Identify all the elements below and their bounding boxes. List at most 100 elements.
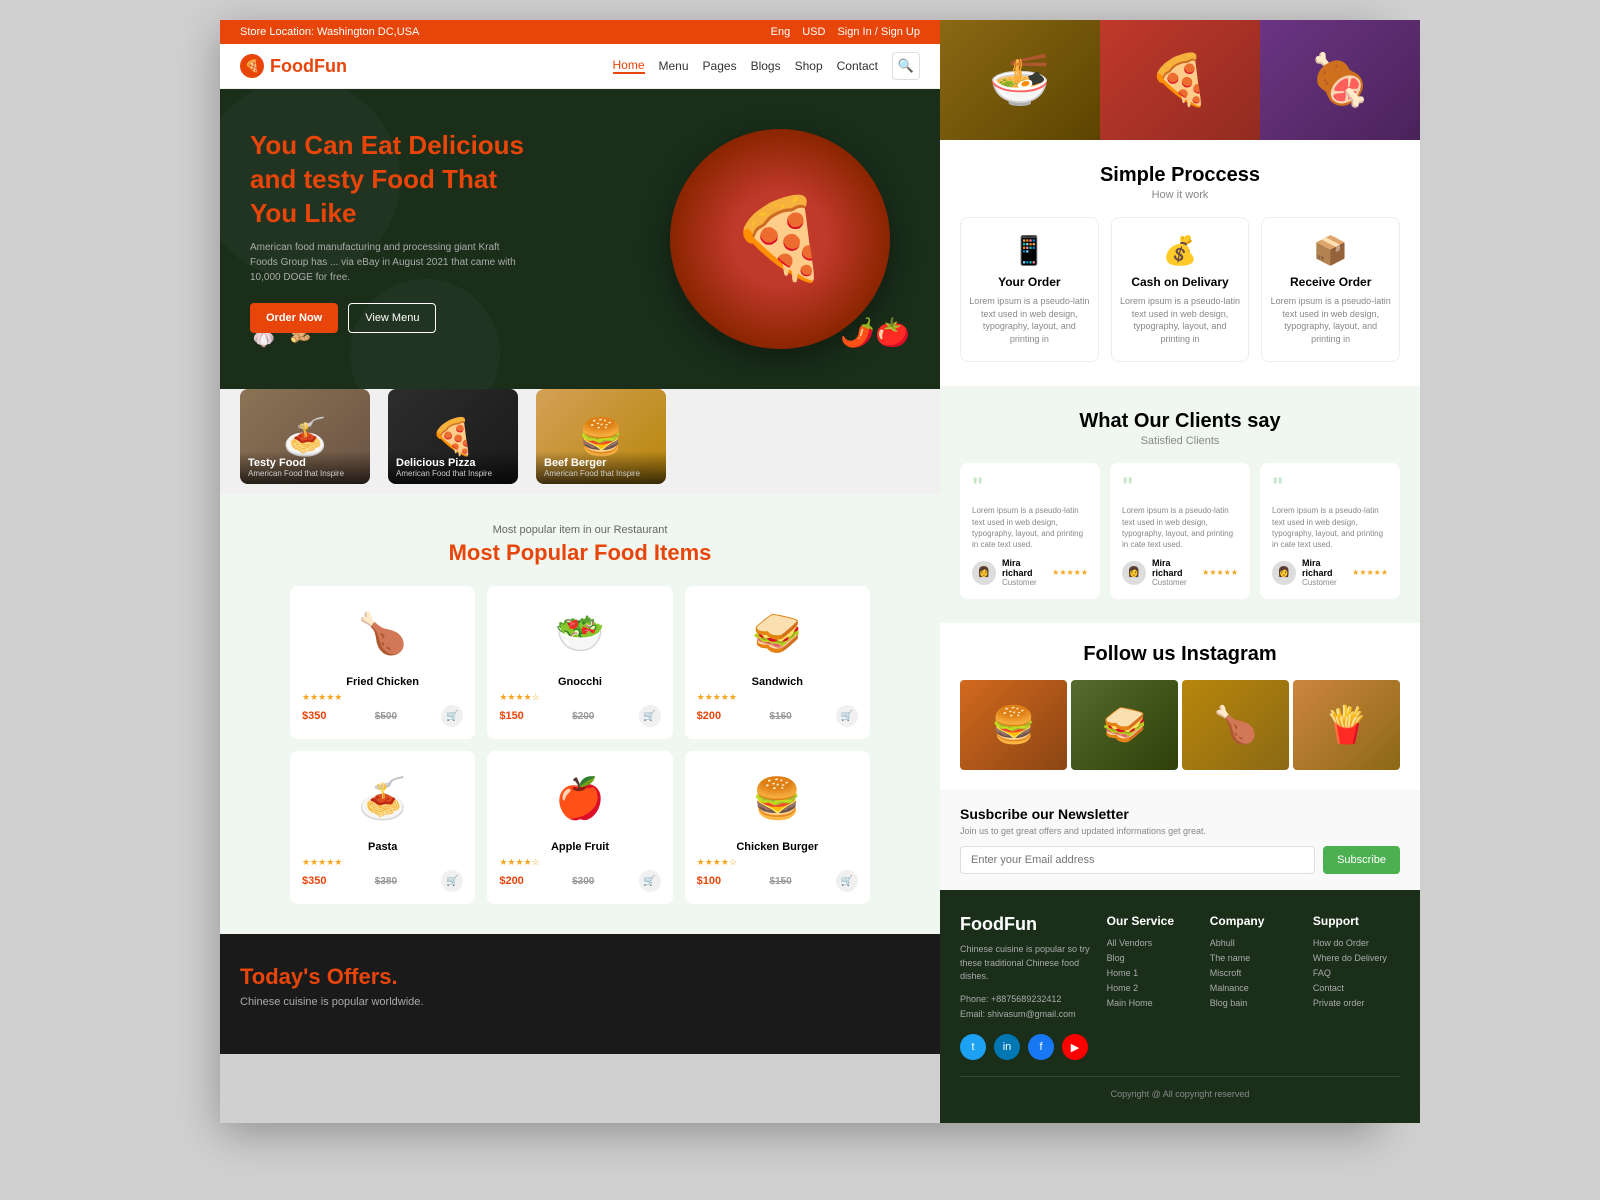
language-selector[interactable]: Eng [771, 26, 791, 38]
footer-services-list: All Vendors Blog Home 1 Home 2 Main Home [1107, 938, 1194, 1008]
newsletter-title: Susbcribe our Newsletter [960, 806, 1400, 822]
search-icon[interactable]: 🔍 [892, 52, 920, 80]
footer-services-item[interactable]: All Vendors [1107, 938, 1194, 948]
order-now-button[interactable]: Order Now [250, 303, 338, 333]
twitter-icon[interactable]: t [960, 1034, 986, 1060]
footer-services-item[interactable]: Home 1 [1107, 968, 1194, 978]
add-to-cart-button[interactable]: 🛒 [639, 870, 661, 892]
food-item-fried-chicken: 🍗 Fried Chicken ★★★★★ $350 $500 🛒 [290, 586, 475, 739]
currency-selector[interactable]: USD [802, 26, 825, 38]
review-card-1: " Lorem ipsum is a pseudo-latin text use… [960, 463, 1100, 599]
hero-buttons: Order Now View Menu [250, 303, 530, 333]
insta-img-2[interactable]: 🥪 [1071, 680, 1178, 770]
reviews-container: " Lorem ipsum is a pseudo-latin text use… [960, 463, 1400, 599]
footer-support-item[interactable]: Where do Delivery [1313, 953, 1400, 963]
reviewer-avatar-3: 👩 [1272, 561, 1296, 585]
insta-img-1[interactable]: 🍔 [960, 680, 1067, 770]
footer-support-item[interactable]: FAQ [1313, 968, 1400, 978]
food-card-testy[interactable]: 🍝 Testy Food American Food that Inspire [240, 389, 370, 484]
nav-links: Home Menu Pages Blogs Shop Contact 🔍 [613, 52, 921, 80]
add-to-cart-button[interactable]: 🛒 [836, 870, 858, 892]
newsletter-form: Subscribe [960, 846, 1400, 874]
footer-company-item[interactable]: Malnance [1210, 983, 1297, 993]
popular-section: Most popular item in our Restaurant Most… [220, 494, 940, 934]
insta-img-3[interactable]: 🍗 [1182, 680, 1289, 770]
process-section: Simple Proccess How it work 📱 Your Order… [940, 140, 1420, 386]
reviewer-2: 👩 Mira richard Customer ★★★★★ [1122, 558, 1238, 587]
instagram-title: Follow us Instagram [960, 643, 1400, 666]
footer-company-item[interactable]: Miscroft [1210, 968, 1297, 978]
store-location: Store Location: Washington DC,USA [240, 26, 419, 38]
food-grid: 🍗 Fried Chicken ★★★★★ $350 $500 🛒 🥗 Gnoc… [290, 586, 870, 904]
reviewer-avatar-1: 👩 [972, 561, 996, 585]
clients-subtitle: Satisfied Clients [960, 435, 1400, 447]
auth-link[interactable]: Sign In / Sign Up [837, 26, 920, 38]
process-step-cash: 💰 Cash on Delivary Lorem ipsum is a pseu… [1111, 217, 1250, 362]
footer-company-title: Company [1210, 914, 1297, 928]
clients-section: What Our Clients say Satisfied Clients "… [940, 386, 1420, 623]
footer-contact: Phone: +8875689232412 Email: shivasum@gm… [960, 992, 1091, 1023]
food-strip: 🍝 Testy Food American Food that Inspire … [220, 379, 940, 494]
process-steps: 📱 Your Order Lorem ipsum is a pseudo-lat… [960, 217, 1400, 362]
brand-name: FoodFun [270, 56, 347, 77]
offers-desc: Chinese cuisine is popular worldwide. [240, 996, 920, 1008]
strip-img-2: 🍕 [1100, 20, 1260, 140]
popular-title: Most Popular Food Items [240, 540, 920, 566]
footer: FoodFun Chinese cuisine is popular so tr… [940, 890, 1420, 1123]
footer-company-item[interactable]: Abhull [1210, 938, 1297, 948]
process-step-receive: 📦 Receive Order Lorem ipsum is a pseudo-… [1261, 217, 1400, 362]
food-card-pizza[interactable]: 🍕 Delicious Pizza American Food that Ins… [388, 389, 518, 484]
quote-icon-1: " [972, 475, 1088, 499]
nav-menu[interactable]: Menu [659, 59, 689, 73]
footer-services-item[interactable]: Home 2 [1107, 983, 1194, 993]
food-img-fried-chicken: 🍗 [343, 598, 423, 668]
footer-support-list: How do Order Where do Delivery FAQ Conta… [1313, 938, 1400, 1008]
footer-support-title: Support [1313, 914, 1400, 928]
footer-services-col: Our Service All Vendors Blog Home 1 Home… [1107, 914, 1194, 1060]
brand-logo[interactable]: 🍕 FoodFun [240, 54, 347, 78]
footer-support-item[interactable]: Contact [1313, 983, 1400, 993]
view-menu-button[interactable]: View Menu [348, 303, 436, 333]
newsletter-subscribe-button[interactable]: Subscribe [1323, 846, 1400, 874]
food-item-pasta: 🍝 Pasta ★★★★★ $350 $380 🛒 [290, 751, 475, 904]
food-img-pasta: 🍝 [343, 763, 423, 833]
footer-company-item[interactable]: Blog bain [1210, 998, 1297, 1008]
footer-company-col: Company Abhull The name Miscroft Malnanc… [1210, 914, 1297, 1060]
process-step-order: 📱 Your Order Lorem ipsum is a pseudo-lat… [960, 217, 1099, 362]
footer-support-col: Support How do Order Where do Delivery F… [1313, 914, 1400, 1060]
hero-image-strip: 🍜 🍕 🍖 [940, 20, 1420, 140]
nav-contact[interactable]: Contact [837, 59, 878, 73]
nav-shop[interactable]: Shop [795, 59, 823, 73]
nav-blogs[interactable]: Blogs [751, 59, 781, 73]
add-to-cart-button[interactable]: 🛒 [836, 705, 858, 727]
process-subtitle: How it work [960, 189, 1400, 201]
hero-pizza-image: 🍕 🌶️🍅 [630, 109, 910, 369]
footer-services-item[interactable]: Main Home [1107, 998, 1194, 1008]
add-to-cart-button[interactable]: 🛒 [639, 705, 661, 727]
reviewer-avatar-2: 👩 [1122, 561, 1146, 585]
footer-company-item[interactable]: The name [1210, 953, 1297, 963]
linkedin-icon[interactable]: in [994, 1034, 1020, 1060]
instagram-section: Follow us Instagram 🍔 🥪 🍗 🍟 [940, 623, 1420, 790]
food-card-burger[interactable]: 🍔 Beef Berger American Food that Inspire [536, 389, 666, 484]
strip-img-1: 🍜 [940, 20, 1100, 140]
footer-support-item[interactable]: Private order [1313, 998, 1400, 1008]
nav-pages[interactable]: Pages [703, 59, 737, 73]
food-img-chicken-burger: 🍔 [737, 763, 817, 833]
add-to-cart-button[interactable]: 🛒 [441, 705, 463, 727]
food-img-sandwich: 🥪 [737, 598, 817, 668]
facebook-icon[interactable]: f [1028, 1034, 1054, 1060]
footer-brand-col: FoodFun Chinese cuisine is popular so tr… [960, 914, 1091, 1060]
footer-services-item[interactable]: Blog [1107, 953, 1194, 963]
add-to-cart-button[interactable]: 🛒 [441, 870, 463, 892]
insta-img-4[interactable]: 🍟 [1293, 680, 1400, 770]
instagram-grid: 🍔 🥪 🍗 🍟 [960, 680, 1400, 770]
brand-icon: 🍕 [240, 54, 264, 78]
footer-company-list: Abhull The name Miscroft Malnance Blog b… [1210, 938, 1297, 1008]
hero-description: American food manufacturing and processi… [250, 240, 530, 285]
newsletter-email-input[interactable] [960, 846, 1315, 874]
nav-home[interactable]: Home [613, 58, 645, 74]
offers-title: Today's Offers. [240, 964, 920, 990]
footer-support-item[interactable]: How do Order [1313, 938, 1400, 948]
youtube-icon[interactable]: ▶ [1062, 1034, 1088, 1060]
